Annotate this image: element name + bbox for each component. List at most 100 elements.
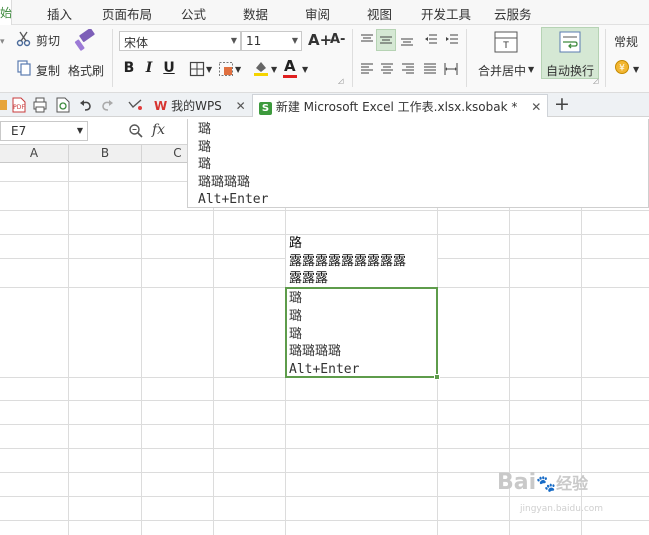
distributed-icon[interactable]	[444, 62, 458, 76]
row-line	[438, 287, 649, 288]
watermark-logo: Bai🐾经验	[497, 470, 589, 495]
font-color-bar	[283, 75, 297, 78]
name-box[interactable]: E7 ▼	[0, 121, 88, 141]
underline-button[interactable]: U	[161, 60, 177, 76]
wps-spreadsheet-window: 始 插入 页面布局 公式 数据 审阅 视图 开发工具 云服务 ▾ 剪切 复制 格…	[0, 0, 649, 535]
copy-button[interactable]: 复制	[36, 62, 60, 79]
wrap-text-icon	[559, 31, 581, 53]
wrap-text-label: 自动换行	[546, 64, 595, 78]
formula-line: 璐	[198, 122, 212, 137]
fill-handle[interactable]	[434, 374, 440, 380]
format-painter-button[interactable]: 格式刷	[68, 62, 104, 79]
redo-icon[interactable]	[100, 98, 114, 112]
insert-function-button[interactable]: fx	[152, 122, 165, 138]
decrease-indent-icon[interactable]	[424, 33, 438, 47]
tab-workbook[interactable]: S 新建 Microsoft Excel 工作表.xlsx.ksobak * ✕	[252, 94, 548, 117]
tab-review[interactable]: 审阅	[305, 4, 330, 23]
cell-e7-content: 璐 璐 璐 璐璐璐璐 Alt+Enter	[289, 291, 360, 378]
tab-my-wps[interactable]: W 我的WPS ✕	[148, 94, 252, 117]
formula-input[interactable]: 璐 璐 璐 璐璐璐璐 Alt+Enter	[187, 119, 649, 208]
chevron-down-icon: ▼	[291, 36, 298, 45]
row-line	[0, 424, 649, 425]
ribbon-separator	[112, 29, 113, 87]
close-icon[interactable]: ✕	[236, 99, 246, 113]
print-preview-icon[interactable]	[56, 97, 70, 113]
column-header-b[interactable]: B	[69, 145, 142, 163]
formula-line: 璐	[198, 139, 212, 155]
zoom-search-icon[interactable]	[128, 123, 144, 139]
merge-center-button[interactable]: 合并居中	[478, 62, 526, 79]
chevron-down-icon[interactable]: ▼	[528, 65, 534, 74]
bold-button[interactable]: B	[121, 60, 137, 76]
document-tab-bar: PDF W 我的WPS ✕ S 新建 Microsoft Excel 工作表.x…	[0, 93, 649, 117]
tab-developer[interactable]: 开发工具	[421, 4, 471, 23]
cell-e6[interactable]: 露露露	[286, 270, 437, 288]
font-dialog-launcher-icon[interactable]: ◿	[338, 77, 343, 85]
row-line	[0, 448, 649, 449]
alignment-dialog-launcher-icon[interactable]: ◿	[593, 77, 598, 85]
ribbon-separator	[466, 29, 467, 87]
tab-cloud[interactable]: 云服务	[494, 4, 532, 23]
italic-button[interactable]: I	[141, 60, 157, 76]
row-line	[0, 210, 649, 211]
row-line	[0, 400, 649, 401]
cut-button[interactable]: 剪切	[36, 32, 60, 49]
column-header-a[interactable]: A	[0, 145, 69, 163]
paste-stub[interactable]: ▾	[0, 37, 5, 47]
merge-center-icon[interactable]: T	[494, 31, 518, 53]
font-color-button[interactable]: A	[284, 57, 296, 75]
tab-view[interactable]: 视图	[367, 4, 392, 23]
customize-toolbar-icon[interactable]	[128, 99, 142, 111]
tab-formulas[interactable]: 公式	[181, 4, 206, 23]
tab-home[interactable]: 始	[0, 0, 12, 25]
chevron-down-icon[interactable]: ▼	[206, 65, 212, 74]
new-tab-button[interactable]: +	[554, 93, 570, 115]
row-line	[0, 496, 649, 497]
cell-e4[interactable]: 路	[286, 235, 437, 253]
close-icon[interactable]: ✕	[531, 100, 541, 114]
align-center-icon[interactable]	[380, 62, 394, 76]
grow-font-button[interactable]: A+	[308, 31, 332, 49]
cell-e7-selected[interactable]: 璐 璐 璐 璐璐璐璐 Alt+Enter	[285, 287, 440, 380]
chevron-down-icon[interactable]: ▼	[633, 65, 639, 74]
svg-text:¥: ¥	[619, 64, 625, 74]
scissors-icon	[16, 31, 31, 47]
number-format-select[interactable]: 常规	[614, 33, 638, 50]
increase-indent-icon[interactable]	[445, 33, 459, 47]
watermark-url: jingyan.baidu.com	[520, 504, 604, 514]
font-size-select[interactable]: 11 ▼	[241, 31, 302, 51]
align-top-icon[interactable]	[360, 33, 374, 47]
font-name-select[interactable]: 宋体 ▼	[119, 31, 241, 51]
chevron-down-icon[interactable]: ▼	[271, 65, 277, 74]
open-file-icon[interactable]	[0, 98, 8, 112]
chevron-down-icon[interactable]: ▼	[235, 65, 241, 74]
tab-insert[interactable]: 插入	[47, 4, 72, 23]
export-pdf-icon[interactable]: PDF	[12, 97, 26, 113]
fill-color-icon[interactable]	[252, 59, 270, 77]
chevron-down-icon[interactable]: ▼	[302, 65, 308, 74]
formula-line: 璐	[198, 157, 212, 172]
format-painter-icon[interactable]	[74, 29, 98, 53]
justify-icon[interactable]	[423, 62, 437, 76]
currency-icon[interactable]: ¥	[614, 59, 630, 75]
align-left-icon[interactable]	[360, 62, 374, 76]
align-right-icon[interactable]	[401, 62, 415, 76]
align-bottom-icon[interactable]	[400, 33, 414, 47]
row-line	[438, 258, 649, 259]
fill-color-bar	[254, 73, 268, 76]
tab-data[interactable]: 数据	[243, 4, 268, 23]
cell-e5[interactable]: 露露露露露露露露露	[286, 253, 437, 271]
borders-icon[interactable]	[189, 61, 205, 77]
tab-page-layout[interactable]: 页面布局	[102, 4, 152, 23]
ribbon-separator	[352, 29, 353, 87]
spreadsheet-icon: S	[259, 102, 272, 115]
cell-style-icon[interactable]	[218, 61, 234, 77]
ribbon: ▾ 剪切 复制 格式刷 宋体 ▼ 11 ▼ A+ A- B I U ▼ ▼ ▼ …	[0, 25, 649, 93]
shrink-font-button[interactable]: A-	[330, 32, 345, 47]
chevron-down-icon: ▼	[76, 126, 83, 135]
menu-bar: 始 插入 页面布局 公式 数据 审阅 视图 开发工具 云服务	[0, 0, 649, 25]
row-line	[0, 287, 286, 288]
print-icon[interactable]	[33, 97, 47, 113]
undo-icon[interactable]	[79, 98, 93, 112]
chevron-down-icon: ▼	[230, 36, 237, 45]
